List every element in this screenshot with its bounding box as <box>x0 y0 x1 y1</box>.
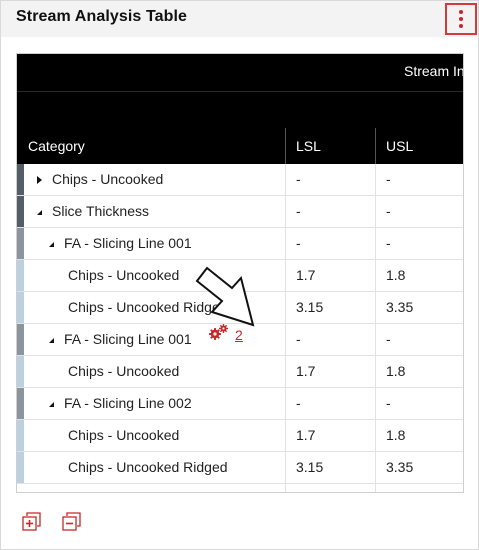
cell-category: FA - Slicing Line 002 <box>49 388 279 419</box>
row-level-indicator <box>17 196 24 227</box>
cell-usl: 3.35 <box>386 459 414 475</box>
table-row[interactable]: Slice Thickness - - <box>17 196 463 228</box>
cell-lsl: - <box>296 395 301 411</box>
cell-lsl: - <box>296 331 301 347</box>
cell-usl: - <box>386 395 391 411</box>
column-header-category[interactable]: Category <box>28 138 85 154</box>
band-title: Stream In <box>404 63 464 79</box>
panel-title: Stream Analysis Table <box>16 8 188 25</box>
column-header-row: Category LSL USL <box>17 128 463 164</box>
table-band-header: Stream In <box>17 54 464 91</box>
cell-usl: 3.35 <box>386 299 414 315</box>
table-row[interactable]: Chips - Uncooked 1.7 1.8 <box>17 420 463 452</box>
cell-lsl: - <box>296 203 301 219</box>
table-row[interactable]: Chips - Uncooked - - <box>17 164 463 196</box>
cell-usl: - <box>386 203 391 219</box>
category-label: Chips - Uncooked Ridged <box>68 459 228 475</box>
row-level-indicator <box>17 452 24 483</box>
cell-category: Chips - Uncooked <box>68 356 279 387</box>
cell-usl: - <box>386 171 391 187</box>
cell-usl: 1.8 <box>386 267 406 283</box>
row-level-indicator <box>17 356 24 387</box>
cell-category: FA - Slicing Line 001 <box>49 228 279 259</box>
kebab-dot <box>459 10 463 14</box>
cell-lsl: - <box>296 235 301 251</box>
cell-usl: - <box>386 235 391 251</box>
row-level-indicator <box>17 228 24 259</box>
table-row[interactable]: Chips - Uncooked 1.7 1.8 <box>17 356 463 388</box>
cell-category: Chips - Uncooked <box>37 164 279 195</box>
table-band-subheader <box>17 91 463 128</box>
column-divider <box>375 128 376 164</box>
cell-usl: 1.8 <box>386 427 406 443</box>
stream-analysis-panel: Stream Analysis Table Stream In Category… <box>0 0 479 550</box>
cell-lsl: 1.7 <box>296 427 316 443</box>
kebab-dot <box>459 17 463 21</box>
more-options-button[interactable] <box>445 3 477 35</box>
row-level-indicator <box>17 292 24 323</box>
column-header-usl[interactable]: USL <box>386 138 413 154</box>
row-level-indicator <box>17 260 24 291</box>
collapse-all-icon <box>62 512 81 531</box>
collapse-toggle-icon[interactable] <box>49 337 54 343</box>
kebab-dot <box>459 24 463 28</box>
table-row[interactable]: FA - Slicing Line 001 - - <box>17 228 463 260</box>
cell-category: Chips - Uncooked Ridged <box>68 452 279 483</box>
expand-all-button[interactable] <box>22 512 41 531</box>
row-level-indicator <box>17 388 24 419</box>
collapse-toggle-icon[interactable] <box>49 241 54 247</box>
cell-lsl: 3.15 <box>296 459 324 475</box>
category-label: FA - Slicing Line 001 <box>64 235 192 251</box>
expand-all-icon <box>22 512 41 531</box>
row-level-indicator <box>17 164 24 195</box>
panel-header: Stream Analysis Table <box>1 1 478 37</box>
category-label: FA - Slicing Line 002 <box>64 395 192 411</box>
row-level-indicator <box>17 420 24 451</box>
category-label: Chips - Uncooked <box>52 171 164 187</box>
cell-category: Slice Thickness <box>37 196 279 227</box>
category-label: Chips - Uncooked <box>68 267 180 283</box>
cell-lsl: - <box>296 171 301 187</box>
cell-lsl: 3.15 <box>296 299 324 315</box>
cell-lsl: 1.7 <box>296 363 316 379</box>
category-label: Chips - Uncooked <box>68 427 180 443</box>
table-row[interactable]: Chips - Uncooked Ridged 3.15 3.35 <box>17 452 463 484</box>
category-label: Chips - Uncooked <box>68 363 180 379</box>
collapse-toggle-icon[interactable] <box>37 209 42 215</box>
column-header-lsl[interactable]: LSL <box>296 138 321 154</box>
cell-lsl: 1.7 <box>296 267 316 283</box>
cell-usl: 1.8 <box>386 363 406 379</box>
column-divider <box>285 128 286 164</box>
cell-category: Chips - Uncooked <box>68 420 279 451</box>
collapse-toggle-icon[interactable] <box>49 401 54 407</box>
row-level-indicator <box>17 324 24 355</box>
cursor-arrow-icon <box>195 266 255 327</box>
collapse-all-button[interactable] <box>62 512 81 531</box>
cell-usl: - <box>386 331 391 347</box>
category-label: Slice Thickness <box>52 203 150 219</box>
expand-toggle-icon[interactable] <box>37 176 42 185</box>
category-label: FA - Slicing Line 001 <box>64 331 192 347</box>
table-row[interactable]: FA - Slicing Line 002 - - <box>17 388 463 420</box>
